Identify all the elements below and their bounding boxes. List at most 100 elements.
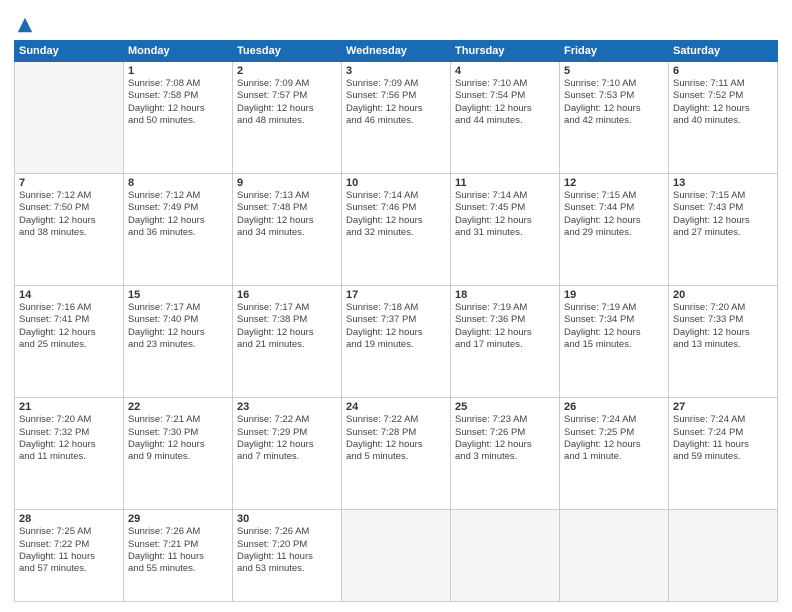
day-info: Sunrise: 7:24 AM Sunset: 7:24 PM Dayligh… <box>673 414 773 463</box>
day-number: 26 <box>564 401 664 413</box>
weekday-header-tuesday: Tuesday <box>233 41 342 62</box>
week-row-2: 7Sunrise: 7:12 AM Sunset: 7:50 PM Daylig… <box>15 174 778 286</box>
calendar-cell: 23Sunrise: 7:22 AM Sunset: 7:29 PM Dayli… <box>233 398 342 510</box>
day-number: 21 <box>19 401 119 413</box>
day-number: 27 <box>673 401 773 413</box>
day-number: 5 <box>564 65 664 77</box>
calendar-cell: 27Sunrise: 7:24 AM Sunset: 7:24 PM Dayli… <box>669 398 778 510</box>
day-info: Sunrise: 7:26 AM Sunset: 7:21 PM Dayligh… <box>128 526 228 575</box>
day-number: 10 <box>346 177 446 189</box>
calendar-cell <box>15 62 124 174</box>
day-number: 9 <box>237 177 337 189</box>
day-info: Sunrise: 7:17 AM Sunset: 7:38 PM Dayligh… <box>237 302 337 351</box>
calendar-cell: 12Sunrise: 7:15 AM Sunset: 7:44 PM Dayli… <box>560 174 669 286</box>
calendar-cell: 28Sunrise: 7:25 AM Sunset: 7:22 PM Dayli… <box>15 510 124 602</box>
calendar-cell: 26Sunrise: 7:24 AM Sunset: 7:25 PM Dayli… <box>560 398 669 510</box>
day-number: 11 <box>455 177 555 189</box>
calendar-cell: 7Sunrise: 7:12 AM Sunset: 7:50 PM Daylig… <box>15 174 124 286</box>
calendar-table: SundayMondayTuesdayWednesdayThursdayFrid… <box>14 40 778 602</box>
calendar-cell: 10Sunrise: 7:14 AM Sunset: 7:46 PM Dayli… <box>342 174 451 286</box>
day-info: Sunrise: 7:23 AM Sunset: 7:26 PM Dayligh… <box>455 414 555 463</box>
weekday-header-friday: Friday <box>560 41 669 62</box>
day-number: 28 <box>19 513 119 525</box>
day-number: 6 <box>673 65 773 77</box>
weekday-header-monday: Monday <box>124 41 233 62</box>
calendar-cell: 9Sunrise: 7:13 AM Sunset: 7:48 PM Daylig… <box>233 174 342 286</box>
header <box>14 10 778 34</box>
day-number: 15 <box>128 289 228 301</box>
day-number: 8 <box>128 177 228 189</box>
calendar-cell: 4Sunrise: 7:10 AM Sunset: 7:54 PM Daylig… <box>451 62 560 174</box>
logo-icon <box>16 16 34 34</box>
logo <box>14 14 34 34</box>
calendar-cell: 24Sunrise: 7:22 AM Sunset: 7:28 PM Dayli… <box>342 398 451 510</box>
calendar-cell: 6Sunrise: 7:11 AM Sunset: 7:52 PM Daylig… <box>669 62 778 174</box>
calendar-cell: 25Sunrise: 7:23 AM Sunset: 7:26 PM Dayli… <box>451 398 560 510</box>
day-number: 3 <box>346 65 446 77</box>
day-info: Sunrise: 7:17 AM Sunset: 7:40 PM Dayligh… <box>128 302 228 351</box>
day-number: 30 <box>237 513 337 525</box>
day-info: Sunrise: 7:19 AM Sunset: 7:34 PM Dayligh… <box>564 302 664 351</box>
day-number: 1 <box>128 65 228 77</box>
calendar-cell: 30Sunrise: 7:26 AM Sunset: 7:20 PM Dayli… <box>233 510 342 602</box>
page: SundayMondayTuesdayWednesdayThursdayFrid… <box>0 0 792 612</box>
calendar-cell: 2Sunrise: 7:09 AM Sunset: 7:57 PM Daylig… <box>233 62 342 174</box>
calendar-cell <box>669 510 778 602</box>
day-info: Sunrise: 7:11 AM Sunset: 7:52 PM Dayligh… <box>673 78 773 127</box>
day-number: 2 <box>237 65 337 77</box>
calendar-cell <box>560 510 669 602</box>
day-number: 13 <box>673 177 773 189</box>
day-number: 12 <box>564 177 664 189</box>
week-row-1: 1Sunrise: 7:08 AM Sunset: 7:58 PM Daylig… <box>15 62 778 174</box>
week-row-4: 21Sunrise: 7:20 AM Sunset: 7:32 PM Dayli… <box>15 398 778 510</box>
calendar-cell: 16Sunrise: 7:17 AM Sunset: 7:38 PM Dayli… <box>233 286 342 398</box>
day-info: Sunrise: 7:14 AM Sunset: 7:46 PM Dayligh… <box>346 190 446 239</box>
day-number: 22 <box>128 401 228 413</box>
day-info: Sunrise: 7:16 AM Sunset: 7:41 PM Dayligh… <box>19 302 119 351</box>
day-info: Sunrise: 7:08 AM Sunset: 7:58 PM Dayligh… <box>128 78 228 127</box>
week-row-3: 14Sunrise: 7:16 AM Sunset: 7:41 PM Dayli… <box>15 286 778 398</box>
day-number: 18 <box>455 289 555 301</box>
calendar-cell: 8Sunrise: 7:12 AM Sunset: 7:49 PM Daylig… <box>124 174 233 286</box>
calendar-cell: 17Sunrise: 7:18 AM Sunset: 7:37 PM Dayli… <box>342 286 451 398</box>
day-number: 20 <box>673 289 773 301</box>
day-info: Sunrise: 7:14 AM Sunset: 7:45 PM Dayligh… <box>455 190 555 239</box>
calendar-cell: 5Sunrise: 7:10 AM Sunset: 7:53 PM Daylig… <box>560 62 669 174</box>
calendar-cell: 14Sunrise: 7:16 AM Sunset: 7:41 PM Dayli… <box>15 286 124 398</box>
day-info: Sunrise: 7:15 AM Sunset: 7:43 PM Dayligh… <box>673 190 773 239</box>
day-info: Sunrise: 7:10 AM Sunset: 7:54 PM Dayligh… <box>455 78 555 127</box>
day-info: Sunrise: 7:19 AM Sunset: 7:36 PM Dayligh… <box>455 302 555 351</box>
weekday-header-wednesday: Wednesday <box>342 41 451 62</box>
calendar-cell: 18Sunrise: 7:19 AM Sunset: 7:36 PM Dayli… <box>451 286 560 398</box>
day-info: Sunrise: 7:22 AM Sunset: 7:28 PM Dayligh… <box>346 414 446 463</box>
day-number: 24 <box>346 401 446 413</box>
day-number: 17 <box>346 289 446 301</box>
calendar-cell: 20Sunrise: 7:20 AM Sunset: 7:33 PM Dayli… <box>669 286 778 398</box>
day-info: Sunrise: 7:13 AM Sunset: 7:48 PM Dayligh… <box>237 190 337 239</box>
weekday-header-row: SundayMondayTuesdayWednesdayThursdayFrid… <box>15 41 778 62</box>
day-info: Sunrise: 7:15 AM Sunset: 7:44 PM Dayligh… <box>564 190 664 239</box>
weekday-header-sunday: Sunday <box>15 41 124 62</box>
day-info: Sunrise: 7:24 AM Sunset: 7:25 PM Dayligh… <box>564 414 664 463</box>
calendar-cell: 19Sunrise: 7:19 AM Sunset: 7:34 PM Dayli… <box>560 286 669 398</box>
calendar-cell: 11Sunrise: 7:14 AM Sunset: 7:45 PM Dayli… <box>451 174 560 286</box>
day-info: Sunrise: 7:12 AM Sunset: 7:50 PM Dayligh… <box>19 190 119 239</box>
day-info: Sunrise: 7:12 AM Sunset: 7:49 PM Dayligh… <box>128 190 228 239</box>
day-number: 4 <box>455 65 555 77</box>
calendar-cell <box>342 510 451 602</box>
day-info: Sunrise: 7:25 AM Sunset: 7:22 PM Dayligh… <box>19 526 119 575</box>
day-number: 29 <box>128 513 228 525</box>
day-info: Sunrise: 7:09 AM Sunset: 7:56 PM Dayligh… <box>346 78 446 127</box>
calendar-cell: 3Sunrise: 7:09 AM Sunset: 7:56 PM Daylig… <box>342 62 451 174</box>
weekday-header-saturday: Saturday <box>669 41 778 62</box>
day-number: 16 <box>237 289 337 301</box>
day-info: Sunrise: 7:21 AM Sunset: 7:30 PM Dayligh… <box>128 414 228 463</box>
day-info: Sunrise: 7:20 AM Sunset: 7:32 PM Dayligh… <box>19 414 119 463</box>
day-info: Sunrise: 7:18 AM Sunset: 7:37 PM Dayligh… <box>346 302 446 351</box>
calendar-cell: 13Sunrise: 7:15 AM Sunset: 7:43 PM Dayli… <box>669 174 778 286</box>
calendar-cell: 29Sunrise: 7:26 AM Sunset: 7:21 PM Dayli… <box>124 510 233 602</box>
day-info: Sunrise: 7:26 AM Sunset: 7:20 PM Dayligh… <box>237 526 337 575</box>
day-number: 14 <box>19 289 119 301</box>
day-number: 19 <box>564 289 664 301</box>
weekday-header-thursday: Thursday <box>451 41 560 62</box>
